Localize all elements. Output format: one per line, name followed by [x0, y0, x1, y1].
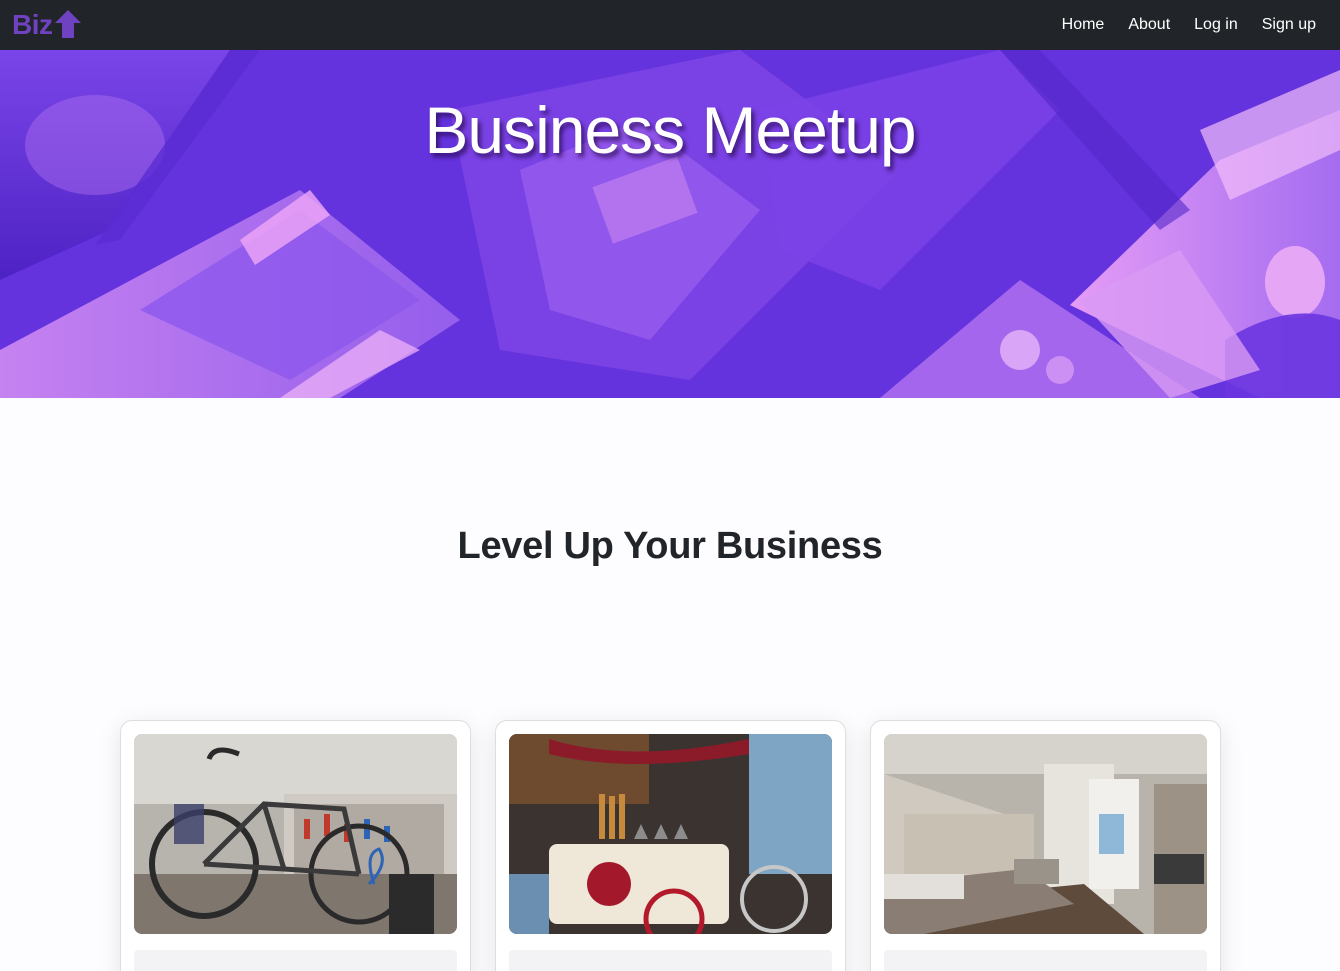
bike-workshop-photo: [134, 734, 457, 934]
arrow-up-icon: [54, 10, 81, 38]
navbar: Biz Home About Log in Sign up: [0, 0, 1340, 50]
hero-title: Business Meetup: [424, 93, 916, 167]
gelato-cart-photo: [509, 734, 832, 934]
card-hotel[interactable]: [870, 720, 1221, 971]
nav-home-link[interactable]: Home: [1062, 16, 1105, 34]
card-body: [509, 950, 832, 971]
nav-login-link[interactable]: Log in: [1194, 16, 1238, 34]
card-bike[interactable]: [120, 720, 471, 971]
nav-links: Home About Log in Sign up: [1062, 16, 1328, 34]
section-heading: Level Up Your Business: [457, 525, 883, 567]
hotel-room-photo: [884, 734, 1207, 934]
card-body: [134, 950, 457, 971]
card-image: [134, 734, 457, 934]
nav-signup-link[interactable]: Sign up: [1262, 16, 1316, 34]
hero-banner: Business Meetup: [0, 50, 1340, 398]
card-image: [509, 734, 832, 934]
card-body: [884, 950, 1207, 971]
brand-logo[interactable]: Biz: [12, 9, 82, 40]
card-image: [884, 734, 1207, 934]
nav-about-link[interactable]: About: [1128, 16, 1170, 34]
card-gelato[interactable]: [495, 720, 846, 971]
brand-text: Biz: [12, 9, 53, 40]
